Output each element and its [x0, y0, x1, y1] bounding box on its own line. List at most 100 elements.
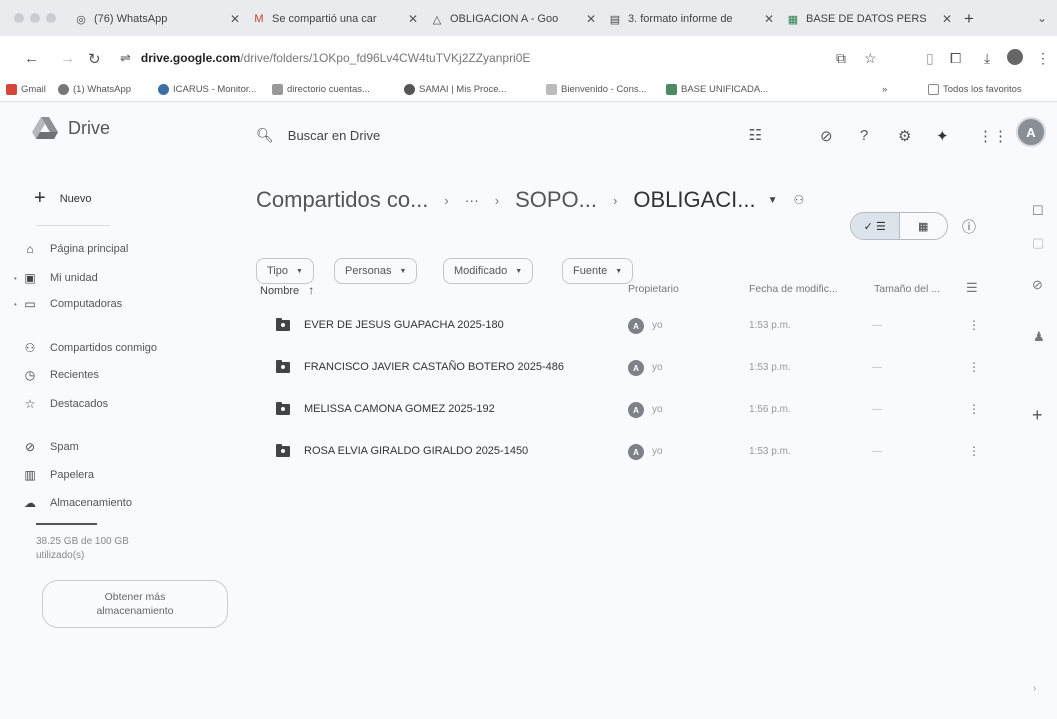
table-row[interactable]: EVER DE JESUS GUAPACHA 2025-180 A yo 1:5…	[256, 308, 992, 344]
more-actions-icon[interactable]: ⋮	[968, 444, 980, 458]
close-icon[interactable]: ✕	[764, 12, 774, 26]
bookmark-samai[interactable]: SAMAI | Mis Proce...	[404, 84, 506, 95]
help-icon[interactable]: ?	[860, 127, 868, 144]
close-window-button[interactable]	[14, 13, 24, 23]
close-icon[interactable]: ✕	[942, 12, 952, 26]
more-actions-icon[interactable]: ⋮	[968, 360, 980, 374]
gear-icon[interactable]: ⚙	[898, 127, 911, 145]
column-header-name[interactable]: Nombre ↑	[260, 283, 314, 297]
close-icon[interactable]: ✕	[408, 12, 418, 26]
account-avatar[interactable]: A	[1016, 117, 1046, 147]
drive-logo[interactable]: Drive	[32, 117, 110, 139]
add-addon-button[interactable]: +	[1032, 405, 1043, 426]
grid-view-button[interactable]: ▦	[900, 213, 948, 239]
new-tab-button[interactable]: +	[964, 9, 974, 29]
column-header-modified[interactable]: Fecha de modific...	[749, 283, 838, 295]
file-name: ROSA ELVIA GIRALDO GIRALDO 2025-1450	[304, 445, 529, 457]
apps-grid-icon[interactable]: ⋮⋮	[978, 127, 1008, 145]
my-drive-icon: ▣	[24, 271, 36, 285]
more-actions-icon[interactable]: ⋮	[968, 318, 980, 332]
spam-icon: ⊘	[24, 440, 36, 454]
filter-source-chip[interactable]: Fuente ▼	[562, 258, 634, 284]
minimize-window-button[interactable]	[30, 13, 40, 23]
sidebar-item-storage[interactable]: ☁ Almacenamiento	[22, 496, 132, 510]
search-bar[interactable]: 🔍︎ Buscar en Drive ☷	[240, 113, 810, 157]
forward-button[interactable]: →	[60, 50, 75, 67]
list-view-button[interactable]: ✓ ☰	[851, 213, 900, 239]
profile-avatar[interactable]	[1007, 49, 1023, 65]
sidebar-item-spam[interactable]: ⊘ Spam	[22, 440, 79, 454]
bookmark-bienvenido[interactable]: Bienvenido - Cons...	[546, 84, 647, 95]
search-options-icon[interactable]: ☷	[749, 126, 762, 144]
bookmark-gmail[interactable]: Gmail	[6, 84, 46, 95]
cast-icon[interactable]: ⧉	[836, 50, 846, 67]
search-input[interactable]: Buscar en Drive	[288, 128, 380, 143]
filter-type-chip[interactable]: Tipo ▼	[256, 258, 314, 284]
bookmark-base-unificada[interactable]: BASE UNIFICADA...	[666, 84, 768, 95]
more-actions-icon[interactable]: ⋮	[968, 402, 980, 416]
owner: yo	[652, 446, 663, 457]
address-bar[interactable]: ⇌ drive.google.com /drive/folders/1OKpo_…	[120, 44, 840, 72]
tab-drive[interactable]: △ OBLIGACION A - Goo ✕	[430, 7, 600, 31]
table-row[interactable]: ROSA ELVIA GIRALDO GIRALDO 2025-1450 A y…	[256, 434, 992, 470]
calendar-icon[interactable]: ☐	[1032, 203, 1044, 219]
sidebar-item-home[interactable]: ⌂ Página principal	[22, 242, 128, 256]
sidebar-item-my-drive[interactable]: • ▣ Mi unidad	[14, 271, 98, 285]
column-header-size[interactable]: Tamaño del ...	[874, 283, 940, 295]
close-icon[interactable]: ✕	[586, 12, 596, 26]
caret-right-icon[interactable]: •	[14, 274, 17, 283]
breadcrumb-overflow[interactable]: ···	[465, 192, 479, 208]
bookmark-icarus[interactable]: ICARUS - Monitor...	[158, 84, 256, 95]
search-icon[interactable]: 🔍︎	[256, 127, 274, 144]
table-row[interactable]: MELISSA CAMONA GOMEZ 2025-192 A yo 1:56 …	[256, 392, 992, 428]
get-more-storage-button[interactable]: Obtener más almacenamiento	[42, 580, 228, 628]
contacts-icon[interactable]: ♟	[1033, 329, 1045, 345]
tab-strip: ◎ (76) WhatsApp ✕ M Se compartió una car…	[0, 0, 1057, 36]
chevron-right-icon[interactable]: ›	[1033, 683, 1036, 694]
tab-gmail[interactable]: M Se compartió una car ✕	[252, 7, 422, 31]
tab-whatsapp[interactable]: ◎ (76) WhatsApp ✕	[74, 7, 244, 31]
caret-down-icon: ▼	[615, 267, 623, 275]
bookmark-directorio[interactable]: directorio cuentas...	[272, 84, 370, 95]
shared-folder-icon[interactable]: ⚇	[794, 193, 805, 207]
offline-status-icon[interactable]: ⊘	[820, 127, 833, 145]
filter-modified-chip[interactable]: Modificado ▼	[443, 258, 534, 284]
tasks-icon[interactable]: ⊘	[1032, 277, 1043, 293]
column-header-owner[interactable]: Propietario	[628, 283, 679, 295]
bookmark-star-icon[interactable]: ☆	[864, 50, 877, 67]
breadcrumb-item[interactable]: Compartidos co...	[256, 187, 428, 213]
sidebar-item-starred[interactable]: ☆ Destacados	[22, 397, 108, 411]
sort-options-icon[interactable]: ☰	[966, 280, 978, 296]
sidebar-item-recent[interactable]: ◷ Recientes	[22, 368, 99, 382]
bookmarks-overflow-button[interactable]: »	[882, 84, 887, 95]
sidebar-item-computers[interactable]: • ▭ Computadoras	[14, 297, 122, 311]
bookmark-whatsapp[interactable]: (1) WhatsApp	[58, 84, 131, 95]
breadcrumb-item[interactable]: SOPO...	[515, 187, 597, 213]
reload-button[interactable]: ↻	[88, 50, 101, 68]
extensions-puzzle-icon[interactable]: ⧠	[950, 50, 961, 67]
table-row[interactable]: FRANCISCO JAVIER CASTAÑO BOTERO 2025-486…	[256, 350, 992, 386]
all-favorites-folder[interactable]: Todos los favoritos	[928, 84, 1022, 95]
caret-right-icon[interactable]: •	[14, 300, 17, 309]
file-size: —	[872, 362, 882, 373]
breadcrumb-current[interactable]: OBLIGACI...	[633, 187, 755, 213]
new-button[interactable]: + Nuevo	[34, 187, 91, 210]
kebab-menu-icon[interactable]: ⋮	[1036, 50, 1050, 67]
back-button[interactable]: ←	[24, 50, 39, 67]
maximize-window-button[interactable]	[46, 13, 56, 23]
sidebar-item-trash[interactable]: ▥ Papelera	[22, 468, 94, 482]
gemini-icon[interactable]: ✦	[936, 127, 949, 145]
filter-people-chip[interactable]: Personas ▼	[334, 258, 418, 284]
keep-icon[interactable]: ▢	[1032, 235, 1044, 251]
extension-icon[interactable]: ▯	[926, 50, 934, 67]
browser-window: ◎ (76) WhatsApp ✕ M Se compartió una car…	[0, 0, 1057, 719]
chevron-down-icon[interactable]: ⌄	[1037, 11, 1047, 25]
site-settings-icon[interactable]: ⇌	[120, 50, 131, 66]
sidebar-item-shared[interactable]: ⚇ Compartidos conmigo	[22, 341, 157, 355]
tab-docs[interactable]: ▤ 3. formato informe de ✕	[608, 7, 778, 31]
close-icon[interactable]: ✕	[230, 12, 240, 26]
download-icon[interactable]: ⤓	[984, 50, 990, 67]
tab-sheets[interactable]: ▦ BASE DE DATOS PERS ✕	[786, 7, 956, 31]
caret-down-icon[interactable]: ▼	[768, 195, 778, 206]
info-icon[interactable]: ⓘ	[962, 217, 976, 237]
